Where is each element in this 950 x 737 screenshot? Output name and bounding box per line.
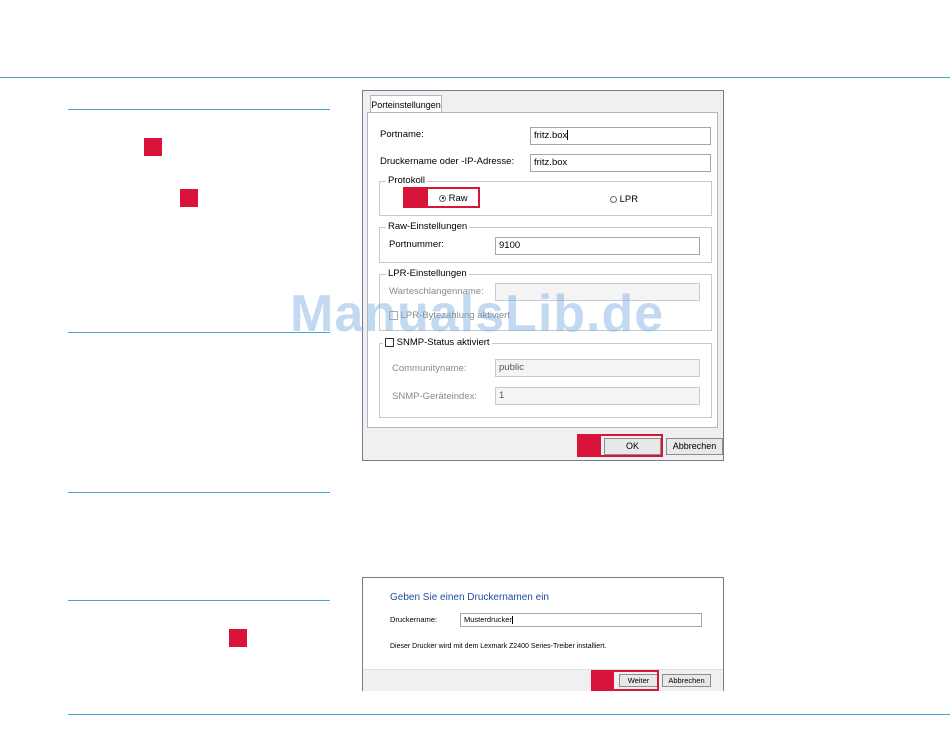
- portnumber-label: Portnummer:: [389, 239, 444, 250]
- step-marker: [229, 629, 247, 647]
- section-rule-1: [68, 109, 330, 110]
- device-index-input: 1: [495, 387, 700, 405]
- portnumber-input[interactable]: 9100: [495, 237, 700, 255]
- snmp-group: SNMP-Status aktiviert Communityname: pub…: [379, 337, 712, 418]
- text-caret: [511, 616, 513, 625]
- raw-highlight-box: [403, 187, 480, 208]
- port-settings-dialog: Porteinstellungen Portname: fritz.box Dr…: [362, 90, 724, 461]
- raw-settings-group: Raw-Einstellungen Portnummer: 9100: [379, 221, 712, 263]
- radio-unselected-icon: [610, 195, 617, 203]
- watermark-logo: ManualsLib.de: [290, 285, 665, 343]
- printer-name-value: Musterdrucker: [464, 615, 512, 624]
- cancel-button[interactable]: Abbrechen: [666, 438, 723, 455]
- section-rule-4: [68, 600, 330, 601]
- cancel-button[interactable]: Abbrechen: [662, 674, 711, 687]
- community-label: Communityname:: [392, 363, 467, 374]
- device-index-label: SNMP-Geräteindex:: [392, 391, 478, 402]
- lpr-settings-title: LPR-Einstellungen: [386, 268, 469, 279]
- ok-highlight-box: [577, 434, 663, 457]
- dialog-heading: Geben Sie einen Druckernamen ein: [390, 592, 549, 603]
- printer-name-label: Druckername:: [390, 615, 438, 624]
- section-rule-3: [68, 492, 330, 493]
- step-marker: [180, 189, 198, 207]
- tab-panel: Portname: fritz.box Druckername oder -IP…: [367, 112, 718, 428]
- lpr-label: LPR: [619, 194, 639, 205]
- portname-label: Portname:: [380, 129, 424, 140]
- raw-settings-title: Raw-Einstellungen: [386, 221, 470, 232]
- next-highlight-box: [591, 670, 659, 691]
- text-caret: [567, 130, 569, 141]
- driver-info-text: Dieser Drucker wird mit dem Lexmark Z240…: [390, 643, 607, 650]
- top-rule: [0, 77, 950, 78]
- address-label: Druckername oder -IP-Adresse:: [380, 156, 515, 167]
- printer-name-dialog: Geben Sie einen Druckernamen ein Drucker…: [362, 577, 724, 691]
- step-marker: [144, 138, 162, 156]
- portname-input[interactable]: fritz.box: [530, 127, 711, 145]
- address-input[interactable]: fritz.box: [530, 154, 711, 172]
- bottom-rule: [68, 714, 950, 715]
- portname-value: fritz.box: [534, 130, 568, 141]
- community-input: public: [495, 359, 700, 377]
- protocol-group-title: Protokoll: [386, 175, 427, 186]
- printer-name-input[interactable]: Musterdrucker: [460, 613, 702, 627]
- lpr-radio[interactable]: LPR: [610, 194, 638, 205]
